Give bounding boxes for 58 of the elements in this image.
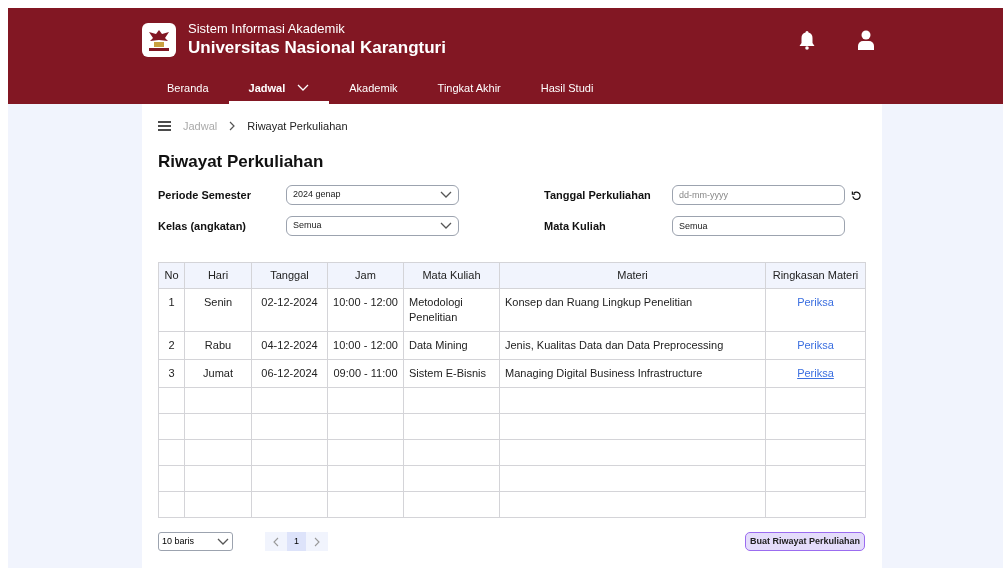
- menu-icon[interactable]: [158, 121, 171, 132]
- table-cell: 04-12-2024: [251, 331, 328, 360]
- nav-tab[interactable]: Akademik: [329, 72, 418, 104]
- create-button[interactable]: Buat Riwayat Perkuliahan: [744, 532, 865, 551]
- table-cell: 06-12-2024: [251, 359, 328, 388]
- column-header: Hari: [184, 262, 252, 289]
- table-cell: Jumat: [184, 359, 252, 388]
- page-number[interactable]: 1: [287, 532, 306, 551]
- nav-tab[interactable]: Hasil Studi: [520, 72, 614, 104]
- date-field[interactable]: dd-mm-yyyy: [672, 185, 845, 205]
- user-icon[interactable]: [857, 30, 875, 50]
- select-field[interactable]: 2024 genap: [286, 185, 459, 205]
- table-cell: 1: [158, 288, 185, 332]
- table-cell: 09:00 - 11:00: [327, 359, 404, 388]
- chevron-right-icon: [229, 121, 236, 132]
- chevron-right-icon: [314, 536, 320, 547]
- table-cell: Managing Digital Business Infrastructure: [499, 359, 766, 388]
- column-header: Mata Kuliah: [403, 262, 500, 289]
- column-header: Ringkasan Materi: [765, 262, 866, 289]
- chevron-left-icon: [273, 536, 279, 547]
- system-subtitle: Sistem Informasi Akademik: [188, 21, 346, 37]
- university-title: Universitas Nasional Karangturi: [188, 37, 446, 59]
- chevron-down-icon: [440, 222, 452, 230]
- filter-label: Tanggal Perkuliahan: [544, 187, 652, 203]
- table-cell: 10:00 - 12:00: [327, 288, 404, 332]
- table-cell: Metodologi Penelitian: [403, 288, 500, 332]
- column-header: Materi: [499, 262, 766, 289]
- table-cell: 2: [158, 331, 185, 360]
- filter-label: Kelas (angkatan): [158, 218, 248, 234]
- filter-label: Mata Kuliah: [544, 218, 607, 234]
- table-cell: 02-12-2024: [251, 288, 328, 332]
- nav-tab[interactable]: Beranda: [147, 72, 229, 104]
- table-cell: Konsep dan Ruang Lingkup Penelitian: [499, 288, 766, 332]
- table-cell: Rabu: [184, 331, 252, 360]
- column-header: Jam: [327, 262, 404, 289]
- table-cell: Sistem E-Bisnis: [403, 359, 500, 388]
- chevron-down-icon: [217, 537, 229, 546]
- reset-icon[interactable]: [851, 189, 862, 201]
- nav-tab[interactable]: Tingkat Akhir: [417, 72, 521, 104]
- logo-icon: [142, 23, 176, 57]
- page-size-select[interactable]: 10 baris: [158, 532, 233, 551]
- text-field[interactable]: Semua: [672, 216, 845, 236]
- column-header: No: [158, 262, 185, 289]
- table-cell: 10:00 - 12:00: [327, 331, 404, 360]
- select-field[interactable]: Semua: [286, 216, 459, 236]
- check-link[interactable]: Periksa: [797, 339, 834, 351]
- filter-label: Periode Semester: [158, 187, 252, 203]
- chevron-down-icon: [440, 191, 452, 199]
- breadcrumb-item: Riwayat Perkuliahan: [247, 119, 348, 134]
- table-cell: Jenis, Kualitas Data dan Data Preprocessing: [499, 331, 766, 360]
- check-link[interactable]: Periksa: [797, 296, 834, 308]
- table-cell: Data Mining: [403, 331, 500, 360]
- page-title: Riwayat Perkuliahan: [158, 150, 325, 173]
- column-header: Tanggal: [251, 262, 328, 289]
- bell-icon[interactable]: [798, 30, 816, 50]
- check-link[interactable]: Periksa: [797, 367, 834, 379]
- table-cell: 3: [158, 359, 185, 388]
- table-cell: Senin: [184, 288, 252, 332]
